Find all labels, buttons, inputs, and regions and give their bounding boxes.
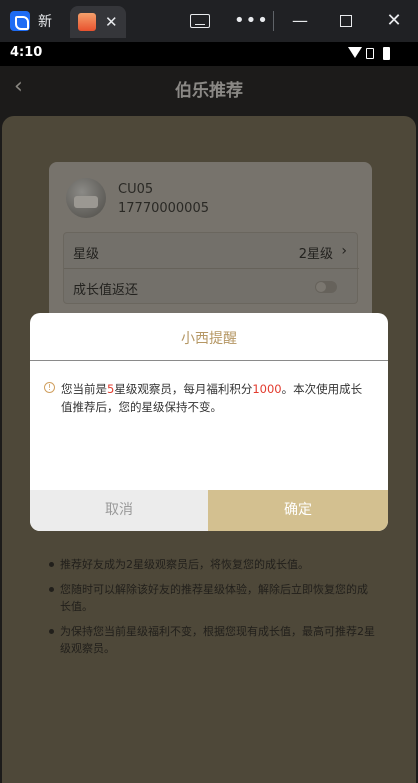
browser-tab-active[interactable]: ✕ [70,6,126,38]
avatar [66,178,106,218]
note-item: 您随时可以解除该好友的推荐星级体验，解除后立即恢复您的成长值。 [46,581,376,615]
toolbar-divider [273,11,274,31]
battery-icon [383,47,390,60]
window-close-icon[interactable]: ✕ [384,10,404,32]
user-name: CU05 [118,182,154,197]
chevron-right-icon: › [341,243,347,259]
tab-close-icon[interactable]: ✕ [105,14,118,30]
user-phone: 17770000005 [118,201,209,216]
cancel-button[interactable]: 取消 [30,490,208,531]
app-favicon-icon [78,13,96,31]
dialog-divider [30,360,388,361]
growth-return-label: 成长值返还 [73,283,139,298]
msg-text-1: 您当前是 [61,382,107,396]
star-level-label: 星级 [73,247,100,262]
page-title: 伯乐推荐 [175,81,243,101]
star-level-value: 2星级 [298,247,333,262]
note-item: 为保持您当前星级福利不变，根据您现有成长值，最高可推荐2星级观察员。 [46,623,376,657]
sim-icon [366,48,374,59]
user-card: CU05 17770000005 星级 2星级 › 成长值返还 [49,162,372,322]
note-item: 推荐好友成为2星级观察员后，将恢复您的成长值。 [46,556,376,573]
wifi-icon [348,47,362,58]
browser-tabbar: 新 ✕ ••• — ✕ [0,0,418,42]
status-bar: 4:10 [0,42,418,66]
tab-title: 新 [38,14,52,30]
dialog-title: 小西提醒 [181,331,237,347]
browser-tab-1[interactable]: 新 [10,6,62,36]
info-icon: ! [44,382,55,393]
star-level-row[interactable]: 星级 2星级 › [64,233,359,269]
minimize-icon[interactable]: — [290,10,310,32]
msg-points: 1000 [252,382,282,396]
growth-return-row: 成长值返还 [64,269,359,305]
confirm-button[interactable]: 确定 [208,490,388,531]
dialog-message: 您当前是5星级观察员，每月福利积分1000。本次使用成长值推荐后，您的星级保持不… [61,380,371,416]
settings-box: 星级 2星级 › 成长值返还 [63,232,359,305]
more-options-icon[interactable]: ••• [234,10,268,32]
app-logo-icon [10,11,30,31]
status-time: 4:10 [10,45,43,60]
notes-list: 推荐好友成为2星级观察员后，将恢复您的成长值。 您随时可以解除该好友的推荐星级体… [46,556,376,665]
growth-return-toggle[interactable] [315,281,337,293]
maximize-icon[interactable] [340,15,352,27]
keyboard-icon[interactable] [190,14,210,28]
msg-text-2: 星级观察员，每月福利积分 [114,382,253,396]
reminder-dialog: 小西提醒 ! 您当前是5星级观察员，每月福利积分1000。本次使用成长值推荐后，… [30,313,388,531]
